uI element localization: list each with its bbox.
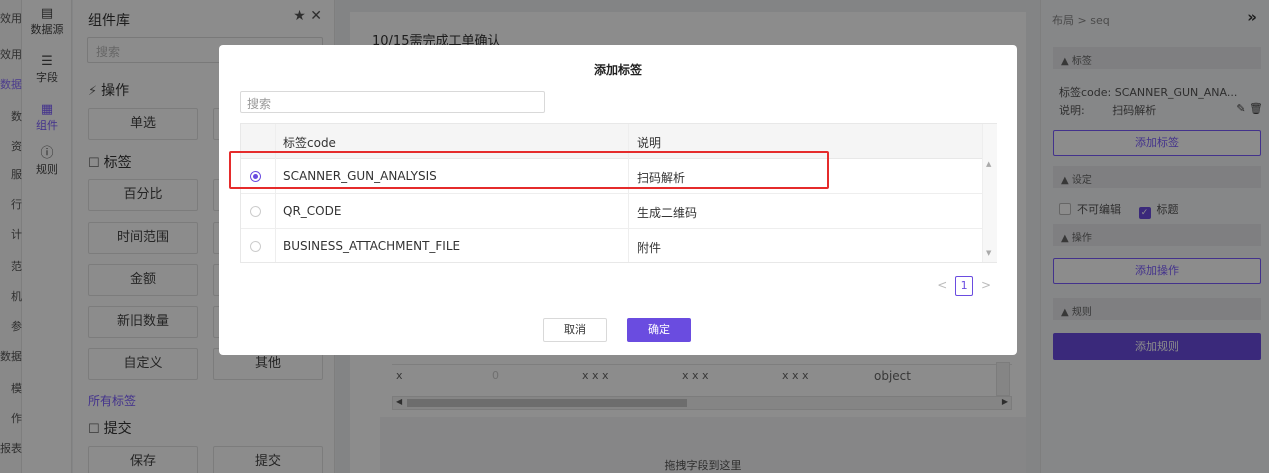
page-number[interactable]: 1 (955, 276, 974, 296)
row-radio[interactable] (250, 206, 261, 217)
table-row[interactable]: BUSINESS_ATTACHMENT_FILE 附件 (241, 229, 982, 264)
table-row[interactable]: QR_CODE 生成二维码 (241, 194, 982, 229)
tag-table: 标签code 说明 SCANNER_GUN_ANALYSIS 扫码解析 QR_C… (240, 123, 997, 263)
row-code: BUSINESS_ATTACHMENT_FILE (283, 239, 461, 253)
scroll-up-icon[interactable]: ▲ (986, 160, 991, 168)
row-desc: 附件 (637, 241, 662, 255)
scroll-down-icon[interactable]: ▼ (986, 249, 991, 257)
modal-search-input[interactable]: 搜索 (240, 91, 545, 113)
row-desc: 生成二维码 (637, 206, 698, 220)
add-tag-modal: 添加标签 搜索 标签code 说明 SCANNER_GUN_ANALYSIS 扫… (219, 45, 1017, 355)
pagination: < 1 > (937, 276, 991, 296)
column-header: 标签code (283, 136, 336, 150)
row-radio[interactable] (250, 241, 261, 252)
selection-highlight-box (229, 151, 829, 189)
row-code: QR_CODE (283, 204, 342, 218)
column-header: 说明 (637, 136, 662, 150)
modal-title: 添加标签 (593, 63, 642, 77)
cancel-button[interactable]: 取消 (543, 318, 607, 342)
table-vertical-scrollbar[interactable]: ▲ ▼ (982, 124, 997, 262)
confirm-button[interactable]: 确定 (627, 318, 691, 342)
next-page-icon[interactable]: > (981, 278, 991, 292)
prev-page-icon[interactable]: < (937, 278, 947, 292)
